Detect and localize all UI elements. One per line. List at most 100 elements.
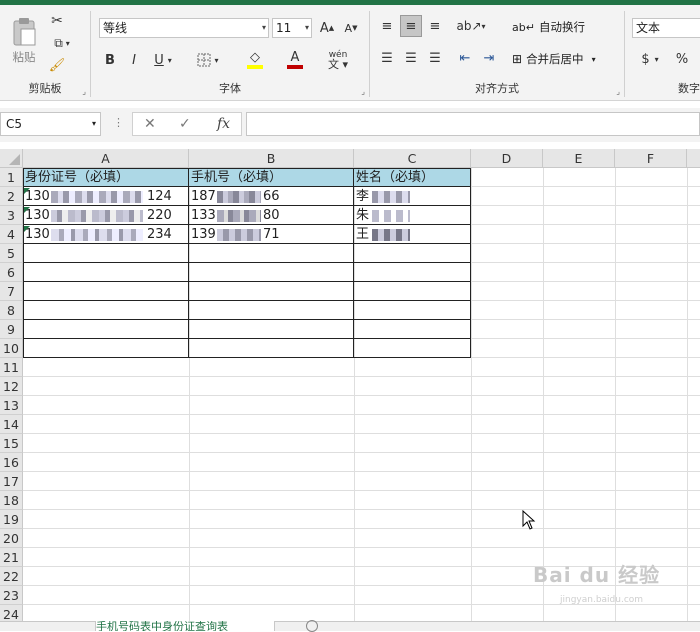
row-header-4[interactable]: 4 [0, 225, 23, 244]
column-header-b[interactable]: B [189, 149, 354, 168]
phonetic-button[interactable]: wén 文 ▾ [323, 49, 353, 71]
font-name-select[interactable]: 等线 ▾ [99, 18, 269, 38]
cell-b4-suffix: 71 [263, 227, 280, 242]
row-header-21[interactable]: 21 [0, 548, 23, 567]
align-center-icon[interactable]: ☰ [402, 49, 420, 67]
table-border [23, 205, 471, 206]
cell-a3[interactable]: 130 220 [23, 206, 189, 225]
column-header-a[interactable]: A [23, 149, 189, 168]
cell-c4[interactable]: 王 [354, 225, 471, 244]
chevron-down-icon: ▾ [591, 54, 596, 64]
table-border [23, 224, 471, 225]
currency-label: $ [641, 51, 650, 67]
currency-button[interactable]: $ ▾ [635, 49, 665, 69]
align-middle-icon[interactable]: ≡ [400, 15, 422, 37]
row-header-15[interactable]: 15 [0, 434, 23, 453]
redaction-mosaic [372, 210, 410, 222]
merge-center-button[interactable]: ⊞ 合并后居中 ▾ [512, 49, 596, 69]
cell-b2[interactable]: 187 66 [189, 187, 354, 206]
column-header-g[interactable] [687, 149, 700, 168]
insert-function-button[interactable]: fx [217, 116, 230, 132]
font-color-icon: A [290, 50, 300, 65]
row-header-3[interactable]: 3 [0, 206, 23, 225]
shrink-font-button[interactable]: A ▼ [342, 19, 360, 37]
column-header-d[interactable]: D [471, 149, 543, 168]
row-header-12[interactable]: 12 [0, 377, 23, 396]
row-header-9[interactable]: 9 [0, 320, 23, 339]
enter-icon[interactable]: ✓ [179, 116, 191, 132]
column-header-e[interactable]: E [543, 149, 615, 168]
redaction-mosaic [51, 229, 143, 241]
row-header-11[interactable]: 11 [0, 358, 23, 377]
grow-font-button[interactable]: A ▲ [318, 19, 336, 37]
font-size-select[interactable]: 11 ▾ [272, 18, 312, 38]
name-box[interactable]: C5 ▾ [0, 112, 101, 136]
cell-a4[interactable]: 130 234 [23, 225, 189, 244]
font-color-button[interactable]: A [279, 49, 311, 71]
row-header-14[interactable]: 14 [0, 415, 23, 434]
row-header-20[interactable]: 20 [0, 529, 23, 548]
wrap-text-button[interactable]: ab↵ 自动换行 [512, 17, 585, 37]
row-header-13[interactable]: 13 [0, 396, 23, 415]
table-border [23, 262, 471, 263]
row-header-2[interactable]: 2 [0, 187, 23, 206]
cell-b1[interactable]: 手机号（必填） [189, 168, 354, 187]
select-all-corner[interactable] [0, 149, 23, 168]
row-header-17[interactable]: 17 [0, 472, 23, 491]
row-header-23[interactable]: 23 [0, 586, 23, 605]
row-header-5[interactable]: 5 [0, 244, 23, 263]
number-format-select[interactable]: 文本 [632, 18, 700, 38]
gridline [23, 376, 700, 377]
align-top-icon[interactable]: ≡ [378, 17, 396, 35]
cancel-icon[interactable]: ✕ [144, 116, 156, 132]
percent-button[interactable]: % [673, 49, 691, 69]
error-indicator-icon[interactable] [24, 226, 30, 232]
cell-c3[interactable]: 朱 [354, 206, 471, 225]
name-box-value: C5 [6, 117, 23, 131]
worksheet-grid[interactable]: A B C D E F 1 2 3 4 5 6 7 8 9 10 11 12 13 14 15 16 17 18 1… [0, 149, 700, 621]
row-header-8[interactable]: 8 [0, 301, 23, 320]
copy-icon[interactable]: ⧉ ▾ [48, 35, 76, 51]
row-header-7[interactable]: 7 [0, 282, 23, 301]
cell-b4[interactable]: 139 71 [189, 225, 354, 244]
watermark-logo: Bai du 经验 [533, 563, 661, 587]
underline-button[interactable]: U ▾ [149, 51, 177, 69]
error-indicator-icon[interactable] [24, 188, 30, 194]
cell-b3[interactable]: 133 80 [189, 206, 354, 225]
increase-indent-icon[interactable]: ⇥ [480, 49, 498, 67]
row-header-19[interactable]: 19 [0, 510, 23, 529]
more-options-icon[interactable]: ⋮ [113, 116, 124, 129]
format-painter-icon[interactable]: 🖌 [48, 57, 66, 73]
redaction-mosaic [51, 210, 143, 222]
align-right-icon[interactable]: ☰ [426, 49, 444, 67]
align-bottom-icon[interactable]: ≡ [426, 17, 444, 35]
bold-button[interactable]: B [101, 51, 119, 69]
row-header-22[interactable]: 22 [0, 567, 23, 586]
orientation-icon[interactable]: ab↗ ▾ [456, 17, 486, 35]
column-header-f[interactable]: F [615, 149, 687, 168]
row-header-10[interactable]: 10 [0, 339, 23, 358]
cell-a1[interactable]: 身份证号（必填） [23, 168, 189, 187]
cell-c2[interactable]: 李 [354, 187, 471, 206]
cell-c1[interactable]: 姓名（必填） [354, 168, 471, 187]
align-left-icon[interactable]: ☰ [378, 49, 396, 67]
row-header-1[interactable]: 1 [0, 168, 23, 187]
decrease-indent-icon[interactable]: ⇤ [456, 49, 474, 67]
cell-a2[interactable]: 130 124 [23, 187, 189, 206]
row-header-16[interactable]: 16 [0, 453, 23, 472]
column-header-c[interactable]: C [354, 149, 471, 168]
formula-input[interactable] [246, 112, 700, 136]
error-indicator-icon[interactable] [24, 207, 30, 213]
borders-button[interactable]: ▾ [193, 51, 223, 69]
clipboard-launcher-icon[interactable]: ⌟ [82, 87, 86, 96]
row-header-18[interactable]: 18 [0, 491, 23, 510]
row-header-6[interactable]: 6 [0, 263, 23, 282]
paste-button[interactable]: 粘贴 [6, 13, 42, 69]
add-sheet-icon[interactable] [306, 620, 318, 632]
font-launcher-icon[interactable]: ⌟ [361, 87, 365, 96]
row-header-24[interactable]: 24 [0, 605, 23, 621]
cut-icon[interactable]: ✂ [48, 13, 66, 29]
fill-color-button[interactable]: ◇ [239, 49, 271, 71]
italic-button[interactable]: I [125, 51, 143, 69]
alignment-launcher-icon[interactable]: ⌟ [616, 87, 620, 96]
